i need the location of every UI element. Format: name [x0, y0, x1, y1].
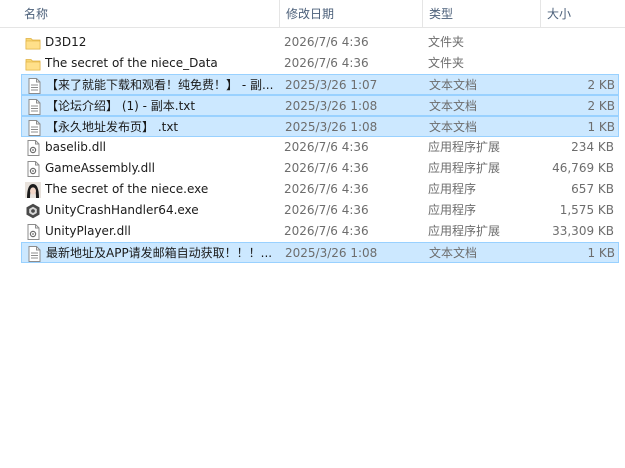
file-date-modified: 2025/3/26 1:08: [285, 120, 378, 134]
text-file-icon: [26, 243, 42, 264]
file-row[interactable]: D3D12 2026/7/6 4:36 文件夹: [21, 32, 619, 53]
file-name: 最新地址及APP请发邮箱自动获取！！！...: [46, 246, 273, 260]
file-name: D3D12: [45, 35, 87, 49]
file-date-modified: 2026/7/6 4:36: [284, 140, 369, 154]
text-file-icon: [26, 75, 42, 96]
file-date-modified: 2025/3/26 1:08: [285, 246, 378, 260]
file-name: 【永久地址发布页】 .txt: [46, 120, 179, 134]
dll-file-icon: [25, 221, 41, 242]
folder-icon: [25, 53, 41, 74]
file-date-modified: 2026/7/6 4:36: [284, 203, 369, 217]
file-row[interactable]: 【永久地址发布页】 .txt 2025/3/26 1:08 文本文档 1 KB: [21, 116, 619, 137]
file-size: 2 KB: [587, 99, 615, 113]
unity-exe-icon: [25, 200, 41, 221]
game-exe-icon: [25, 179, 41, 200]
dll-file-icon: [25, 137, 41, 158]
file-row[interactable]: 最新地址及APP请发邮箱自动获取！！！... 2025/3/26 1:08 文本文档…: [21, 242, 619, 263]
file-row[interactable]: 【来了就能下载和观看！纯免费！】 - 副... 2025/3/26 1:07 文本文…: [21, 74, 619, 95]
file-name: baselib.dll: [45, 140, 106, 154]
dll-file-icon: [25, 158, 41, 179]
column-header-type[interactable]: 类型: [422, 0, 540, 28]
file-row[interactable]: UnityCrashHandler64.exe 2026/7/6 4:36 应用程序…: [21, 200, 619, 221]
file-name: The secret of the niece_Data: [45, 56, 218, 70]
file-size: 2 KB: [587, 78, 615, 92]
file-name: 【论坛介绍】 (1) - 副本.txt: [46, 99, 196, 113]
file-size: 234 KB: [571, 140, 614, 154]
file-size: 1 KB: [587, 246, 615, 260]
file-name: UnityPlayer.dll: [45, 224, 131, 238]
file-name: 【来了就能下载和观看！纯免费！】 - 副...: [46, 78, 274, 92]
column-header-size[interactable]: 大小: [540, 0, 625, 28]
file-row[interactable]: UnityPlayer.dll 2026/7/6 4:36 应用程序扩展 33,309…: [21, 221, 619, 242]
file-row[interactable]: GameAssembly.dll 2026/7/6 4:36 应用程序扩展 46,76…: [21, 158, 619, 179]
file-name: The secret of the niece.exe: [45, 182, 209, 196]
file-size: 657 KB: [571, 182, 614, 196]
file-date-modified: 2026/7/6 4:36: [284, 224, 369, 238]
file-date-modified: 2026/7/6 4:36: [284, 56, 369, 70]
file-date-modified: 2026/7/6 4:36: [284, 35, 369, 49]
file-row[interactable]: baselib.dll 2026/7/6 4:36 应用程序扩展 234 KB: [21, 137, 619, 158]
file-row[interactable]: The secret of the niece.exe 2026/7/6 4:36…: [21, 179, 619, 200]
file-row[interactable]: 【论坛介绍】 (1) - 副本.txt 2025/3/26 1:08 文本文档 2 K…: [21, 95, 619, 116]
file-size: [521, 32, 614, 53]
column-header-name[interactable]: 名称: [18, 0, 276, 28]
file-size: 46,769 KB: [552, 161, 614, 175]
column-header-bar: ⌃ 名称 修改日期 类型 大小: [0, 0, 625, 28]
file-date-modified: 2025/3/26 1:08: [285, 99, 378, 113]
file-name: GameAssembly.dll: [45, 161, 155, 175]
file-size: [521, 53, 614, 74]
file-size: 1 KB: [587, 120, 615, 134]
file-date-modified: 2025/3/26 1:07: [285, 78, 378, 92]
folder-icon: [25, 32, 41, 53]
text-file-icon: [26, 96, 42, 117]
text-file-icon: [26, 117, 42, 138]
file-size: 1,575 KB: [559, 203, 614, 217]
column-header-date[interactable]: 修改日期: [279, 0, 422, 28]
file-date-modified: 2026/7/6 4:36: [284, 161, 369, 175]
file-date-modified: 2026/7/6 4:36: [284, 182, 369, 196]
file-size: 33,309 KB: [552, 224, 614, 238]
file-name: UnityCrashHandler64.exe: [45, 203, 199, 217]
file-row[interactable]: The secret of the niece_Data 2026/7/6 4:3…: [21, 53, 619, 74]
